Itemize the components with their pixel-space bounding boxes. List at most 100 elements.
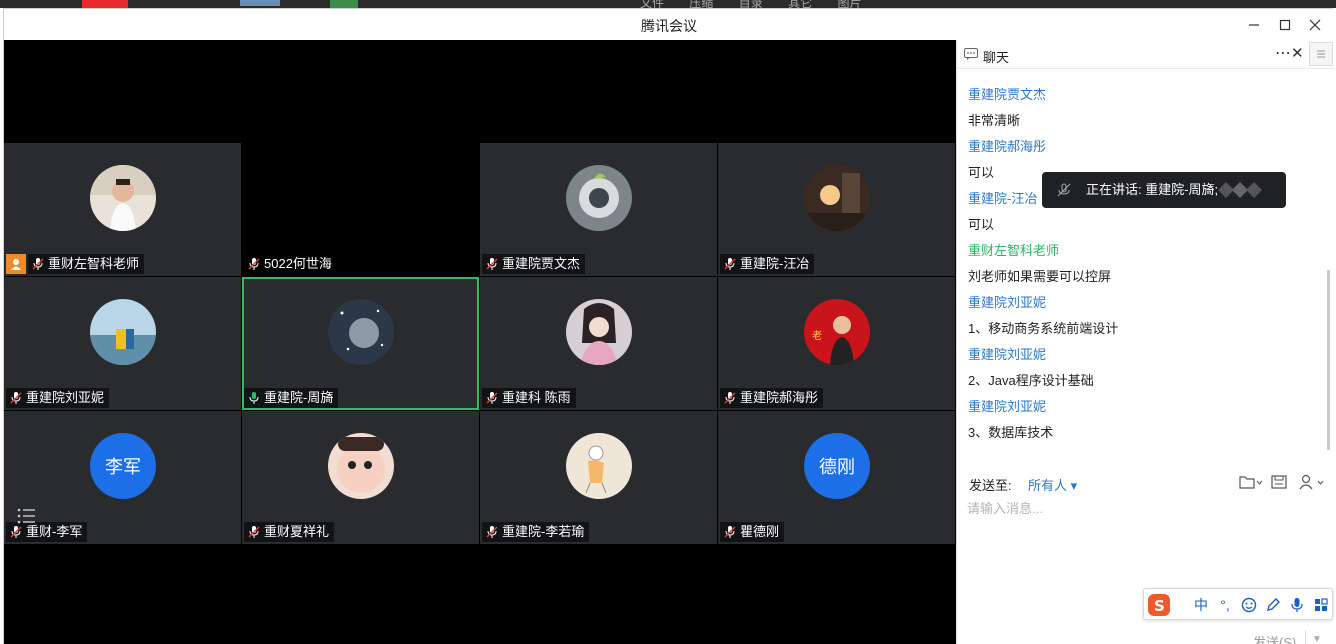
meeting-window: 腾讯会议 重财左智科老师 5022何世海 重建院贾文杰 重建院-汪冶 重建院刘亚… xyxy=(3,8,1335,644)
mic-muted-icon xyxy=(486,526,498,538)
chat-panel: 聊天 ⋯ ✕ 重建院贾文杰 非常清晰 重建院郝海彤 可以 重建院-汪冶 可以 重… xyxy=(956,40,1335,644)
participant-name: 重建院-李若瑜 xyxy=(482,522,590,542)
avatar-image xyxy=(566,433,632,499)
chat-icon xyxy=(964,48,978,60)
mic-muted-icon xyxy=(486,392,498,404)
close-chat-icon[interactable]: ✕ xyxy=(1291,44,1304,62)
mic-muted-icon xyxy=(724,392,736,404)
speaking-label: 正在讲话: 重建院-周旖; xyxy=(1086,182,1219,197)
participant-tile[interactable]: 重财夏祥礼 xyxy=(242,411,479,544)
participant-list-button[interactable] xyxy=(16,506,38,526)
mic-muted-icon xyxy=(32,258,44,270)
participant-tile[interactable]: 重财左智科老师 xyxy=(4,143,241,276)
background-app-fragment xyxy=(82,0,128,8)
user-icon xyxy=(1299,474,1324,490)
ime-toolbox-icon[interactable] xyxy=(1312,595,1330,615)
maximize-icon xyxy=(1279,19,1291,31)
participant-tile[interactable]: 重建院贾文杰 xyxy=(480,143,717,276)
avatar-image xyxy=(566,165,632,231)
ime-punctuation-mode[interactable]: °, xyxy=(1216,595,1234,615)
emoji-icon[interactable] xyxy=(1240,595,1258,615)
background-desktop: 文件 压缩 目录 其它 图片 xyxy=(0,0,1336,10)
mic-muted-icon xyxy=(724,258,736,270)
avatar: 老 xyxy=(804,299,870,365)
message-text: 1、移动商务系统前端设计 xyxy=(968,321,1119,336)
title-bar: 腾讯会议 xyxy=(4,9,1334,40)
avatar: 李军 xyxy=(90,433,156,499)
message-sender: 重建院刘亚妮 xyxy=(968,399,1047,414)
mic-muted-icon xyxy=(1057,183,1071,197)
chat-title: 聊天 xyxy=(983,50,1010,65)
message-input[interactable] xyxy=(967,498,1323,598)
participant-name: 重建院贾文杰 xyxy=(482,254,586,274)
send-file-button[interactable] xyxy=(1239,474,1263,495)
scrollbar-thumb[interactable] xyxy=(1327,270,1330,450)
mic-muted-icon xyxy=(10,526,22,538)
message-sender: 重财左智科老师 xyxy=(968,243,1060,258)
send-button[interactable]: 发送(S) xyxy=(1253,632,1296,644)
message-sender: 重建院-汪冶 xyxy=(968,191,1038,206)
save-icon xyxy=(1271,475,1287,489)
participant-tile[interactable]: 重建院刘亚妮 xyxy=(4,277,241,410)
send-options-chevron-down-icon[interactable]: ▼ xyxy=(1312,634,1322,644)
speaking-indicator: 正在讲话: 重建院-周旖; xyxy=(1042,172,1286,208)
chat-side-toggle[interactable] xyxy=(1309,42,1333,66)
menu-icon xyxy=(1317,50,1325,58)
participant-tile[interactable]: 德刚 瞿德刚 xyxy=(718,411,955,544)
mic-on-icon xyxy=(249,392,259,404)
mic-muted-icon xyxy=(10,392,22,404)
minimize-icon xyxy=(1249,24,1259,26)
handwriting-icon[interactable] xyxy=(1264,595,1282,615)
host-icon xyxy=(6,254,26,274)
screenshot-button[interactable] xyxy=(1271,474,1289,495)
list-icon xyxy=(17,508,35,524)
mic-muted-icon xyxy=(248,258,260,270)
mic-muted-icon xyxy=(248,526,260,538)
participant-name: 重建院郝海彤 xyxy=(720,388,824,408)
avatar xyxy=(566,433,632,499)
avatar xyxy=(90,299,156,365)
participant-tile[interactable]: 重建院-李若瑜 xyxy=(480,411,717,544)
pen-icon xyxy=(1267,598,1280,611)
chat-scrollbar[interactable] xyxy=(1325,70,1333,462)
minimize-button[interactable] xyxy=(1244,15,1264,35)
participant-tile[interactable]: 5022何世海 xyxy=(242,143,479,276)
avatar-image xyxy=(566,299,632,365)
avatar xyxy=(328,299,394,365)
participant-tile[interactable]: 李军 重财-李军 xyxy=(4,411,241,544)
message-text: 可以 xyxy=(968,165,995,180)
folder-icon xyxy=(1239,476,1263,489)
voice-input-icon[interactable] xyxy=(1288,595,1306,615)
sogou-logo-icon[interactable]: S xyxy=(1147,594,1171,616)
avatar: 德刚 xyxy=(804,433,870,499)
close-icon xyxy=(1309,19,1321,31)
participant-name: 重建院-汪冶 xyxy=(720,254,815,274)
more-options-icon[interactable]: ⋯ xyxy=(1275,43,1291,63)
mic-muted-icon xyxy=(486,258,498,270)
background-app-fragment xyxy=(330,0,358,8)
screen: 文件 压缩 目录 其它 图片 腾讯会议 重财左智科老师 5022何世海 重建院贾… xyxy=(0,0,1336,644)
window-title: 腾讯会议 xyxy=(641,18,697,34)
ime-chinese-mode[interactable]: 中 xyxy=(1192,595,1210,615)
ime-toolbar: S 中 °, xyxy=(1143,588,1333,620)
avatar xyxy=(328,433,394,499)
participant-name: 重建科 陈雨 xyxy=(482,388,576,408)
participant-tile[interactable]: 重建科 陈雨 xyxy=(480,277,717,410)
maximize-button[interactable] xyxy=(1275,15,1295,35)
video-grid: 重财左智科老师 5022何世海 重建院贾文杰 重建院-汪冶 重建院刘亚妮 重建院… xyxy=(4,40,956,644)
participant-name: 瞿德刚 xyxy=(720,522,785,542)
message-sender: 重建院郝海彤 xyxy=(968,139,1047,154)
svg-text:老: 老 xyxy=(812,329,822,342)
divider xyxy=(1305,630,1306,644)
participant-tile[interactable]: 老 重建院郝海彤 xyxy=(718,277,955,410)
chat-header: 聊天 ⋯ ✕ xyxy=(957,40,1335,69)
participant-tile-active-speaker[interactable]: 重建院-周旖 xyxy=(242,277,479,410)
user-settings-button[interactable] xyxy=(1299,474,1327,495)
avatar xyxy=(804,165,870,231)
close-window-button[interactable] xyxy=(1305,15,1325,35)
avatar-image xyxy=(328,299,394,365)
message-text: 3、数据库技术 xyxy=(968,425,1054,440)
participant-tile[interactable]: 重建院-汪冶 xyxy=(718,143,955,276)
send-to-select[interactable]: 所有人 ▾ xyxy=(1028,475,1077,494)
message-sender: 重建院刘亚妮 xyxy=(968,295,1047,310)
